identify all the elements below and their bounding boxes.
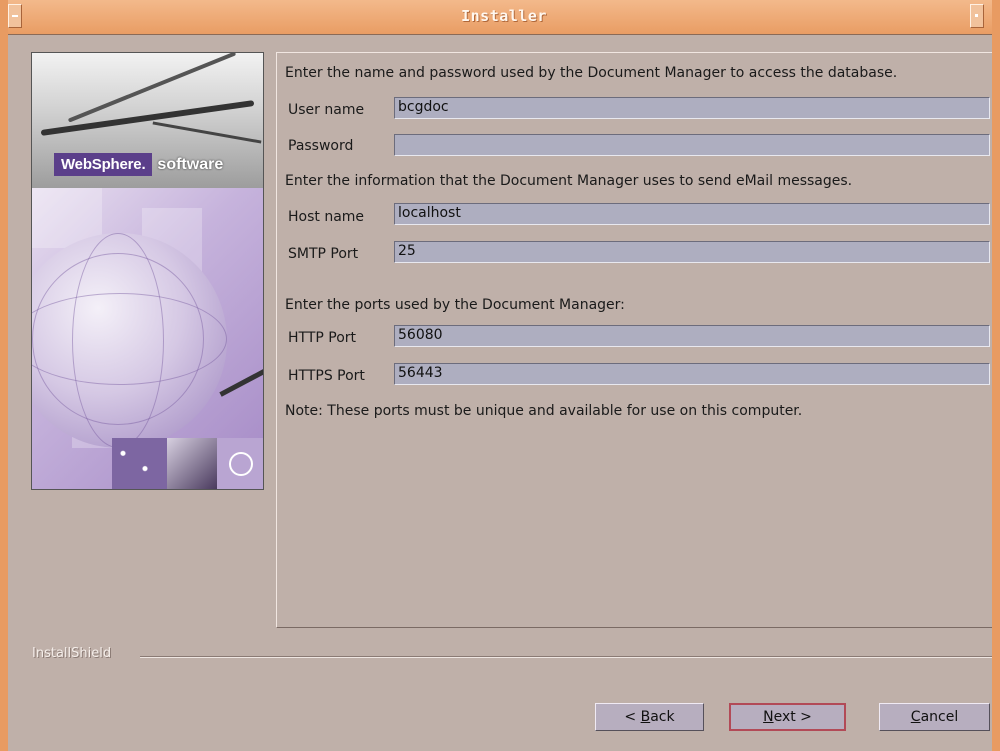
next-button-mnemonic: N	[763, 709, 774, 725]
cable-photo: WebSphere. software	[32, 53, 263, 188]
logo-box-text: WebSphere.	[54, 153, 153, 176]
thumbnail-strip	[112, 438, 263, 489]
database-intro: Enter the name and password used by the …	[285, 65, 898, 81]
footer-divider	[140, 656, 1000, 658]
title-bar[interactable]: Installer	[8, 0, 1000, 35]
back-button-mnemonic: B	[640, 709, 651, 725]
cancel-button[interactable]: Cancel	[879, 703, 990, 731]
cancel-button-rest: ancel	[920, 709, 959, 725]
next-button-rest: ext >	[773, 709, 812, 725]
ports-note: Note: These ports must be unique and ava…	[285, 403, 803, 419]
window-title: Installer	[461, 7, 547, 25]
logo-word: software	[157, 155, 224, 173]
branding-image: WebSphere. software	[31, 52, 264, 490]
next-button[interactable]: Next >	[729, 703, 846, 731]
smtp-port-field[interactable]: 25	[394, 241, 990, 263]
ports-intro: Enter the ports used by the Document Man…	[285, 297, 625, 313]
http-port-field[interactable]: 56080	[394, 325, 990, 347]
http-port-label: HTTP Port	[288, 330, 357, 346]
password-field[interactable]	[394, 134, 990, 156]
websphere-logo: WebSphere. software	[54, 151, 223, 178]
back-button-prefix: <	[624, 709, 641, 725]
window-maximize-icon[interactable]	[970, 4, 984, 28]
back-button-rest: ack	[650, 709, 675, 725]
cancel-button-mnemonic: C	[910, 709, 921, 725]
back-button[interactable]: < Back	[595, 703, 704, 731]
host-name-field[interactable]: localhost	[394, 203, 990, 225]
https-port-field[interactable]: 56443	[394, 363, 990, 385]
user-name-label: User name	[288, 102, 365, 118]
password-label: Password	[288, 138, 354, 154]
https-port-label: HTTPS Port	[288, 368, 365, 384]
globe-artwork	[32, 188, 263, 489]
email-intro: Enter the information that the Document …	[285, 173, 853, 189]
smtp-port-label: SMTP Port	[288, 246, 359, 262]
installshield-label: InstallShield	[32, 646, 112, 661]
host-name-label: Host name	[288, 209, 365, 225]
window-right-border	[992, 0, 1000, 751]
installer-window: Installer WebSphere. software Enter the …	[0, 0, 1000, 751]
user-name-field[interactable]: bcgdoc	[394, 97, 990, 119]
